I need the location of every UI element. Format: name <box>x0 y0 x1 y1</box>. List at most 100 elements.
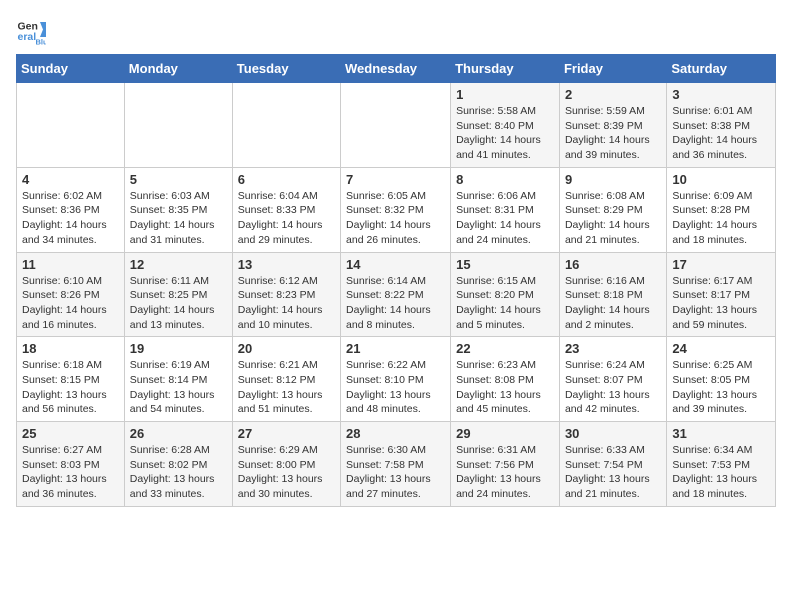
svg-text:eral: eral <box>18 31 37 43</box>
calendar-cell: 13 Sunrise: 6:12 AM Sunset: 8:23 PM Dayli… <box>232 252 340 337</box>
day-number: 16 <box>565 257 661 272</box>
day-info: Sunrise: 6:11 AM Sunset: 8:25 PM Dayligh… <box>130 274 227 333</box>
day-info: Sunrise: 6:16 AM Sunset: 8:18 PM Dayligh… <box>565 274 661 333</box>
day-info: Sunrise: 6:06 AM Sunset: 8:31 PM Dayligh… <box>456 189 554 248</box>
day-info: Sunrise: 6:05 AM Sunset: 8:32 PM Dayligh… <box>346 189 445 248</box>
day-info: Sunrise: 5:58 AM Sunset: 8:40 PM Dayligh… <box>456 104 554 163</box>
calendar-cell: 15 Sunrise: 6:15 AM Sunset: 8:20 PM Dayli… <box>451 252 560 337</box>
calendar-cell: 24 Sunrise: 6:25 AM Sunset: 8:05 PM Dayli… <box>667 337 776 422</box>
day-info: Sunrise: 6:24 AM Sunset: 8:07 PM Dayligh… <box>565 358 661 417</box>
column-header-thursday: Thursday <box>451 55 560 83</box>
svg-text:Blue: Blue <box>36 38 47 47</box>
day-number: 15 <box>456 257 554 272</box>
day-info: Sunrise: 6:12 AM Sunset: 8:23 PM Dayligh… <box>238 274 335 333</box>
day-info: Sunrise: 6:02 AM Sunset: 8:36 PM Dayligh… <box>22 189 119 248</box>
calendar-cell <box>341 83 451 168</box>
logo-icon: Gen eral Blue <box>16 16 46 46</box>
column-header-sunday: Sunday <box>17 55 125 83</box>
day-info: Sunrise: 6:04 AM Sunset: 8:33 PM Dayligh… <box>238 189 335 248</box>
column-header-tuesday: Tuesday <box>232 55 340 83</box>
week-row-5: 25 Sunrise: 6:27 AM Sunset: 8:03 PM Dayli… <box>17 422 776 507</box>
calendar-cell <box>124 83 232 168</box>
day-number: 29 <box>456 426 554 441</box>
column-header-monday: Monday <box>124 55 232 83</box>
day-number: 2 <box>565 87 661 102</box>
day-info: Sunrise: 6:10 AM Sunset: 8:26 PM Dayligh… <box>22 274 119 333</box>
day-number: 12 <box>130 257 227 272</box>
week-row-1: 1 Sunrise: 5:58 AM Sunset: 8:40 PM Daylig… <box>17 83 776 168</box>
calendar-cell: 6 Sunrise: 6:04 AM Sunset: 8:33 PM Daylig… <box>232 167 340 252</box>
day-info: Sunrise: 6:21 AM Sunset: 8:12 PM Dayligh… <box>238 358 335 417</box>
day-number: 26 <box>130 426 227 441</box>
day-number: 20 <box>238 341 335 356</box>
calendar-cell <box>232 83 340 168</box>
day-number: 13 <box>238 257 335 272</box>
calendar-cell: 21 Sunrise: 6:22 AM Sunset: 8:10 PM Dayli… <box>341 337 451 422</box>
day-info: Sunrise: 6:14 AM Sunset: 8:22 PM Dayligh… <box>346 274 445 333</box>
day-info: Sunrise: 6:30 AM Sunset: 7:58 PM Dayligh… <box>346 443 445 502</box>
calendar-cell: 28 Sunrise: 6:30 AM Sunset: 7:58 PM Dayli… <box>341 422 451 507</box>
calendar-cell: 1 Sunrise: 5:58 AM Sunset: 8:40 PM Daylig… <box>451 83 560 168</box>
calendar-cell: 27 Sunrise: 6:29 AM Sunset: 8:00 PM Dayli… <box>232 422 340 507</box>
day-number: 5 <box>130 172 227 187</box>
day-info: Sunrise: 6:28 AM Sunset: 8:02 PM Dayligh… <box>130 443 227 502</box>
day-number: 6 <box>238 172 335 187</box>
calendar-cell: 23 Sunrise: 6:24 AM Sunset: 8:07 PM Dayli… <box>559 337 666 422</box>
week-row-2: 4 Sunrise: 6:02 AM Sunset: 8:36 PM Daylig… <box>17 167 776 252</box>
calendar-cell: 18Sunrise: 6:18 AM Sunset: 8:15 PM Dayli… <box>17 337 125 422</box>
day-number: 21 <box>346 341 445 356</box>
day-info: Sunrise: 6:19 AM Sunset: 8:14 PM Dayligh… <box>130 358 227 417</box>
day-number: 28 <box>346 426 445 441</box>
day-number: 19 <box>130 341 227 356</box>
day-info: Sunrise: 6:15 AM Sunset: 8:20 PM Dayligh… <box>456 274 554 333</box>
day-number: 4 <box>22 172 119 187</box>
day-info: Sunrise: 6:09 AM Sunset: 8:28 PM Dayligh… <box>672 189 770 248</box>
day-number: 17 <box>672 257 770 272</box>
column-header-friday: Friday <box>559 55 666 83</box>
calendar-cell: 17 Sunrise: 6:17 AM Sunset: 8:17 PM Dayli… <box>667 252 776 337</box>
day-number: 30 <box>565 426 661 441</box>
calendar-cell: 31Sunrise: 6:34 AM Sunset: 7:53 PM Dayli… <box>667 422 776 507</box>
calendar-cell: 8Sunrise: 6:06 AM Sunset: 8:31 PM Daylig… <box>451 167 560 252</box>
day-info: Sunrise: 6:03 AM Sunset: 8:35 PM Dayligh… <box>130 189 227 248</box>
calendar-cell: 5 Sunrise: 6:03 AM Sunset: 8:35 PM Daylig… <box>124 167 232 252</box>
calendar-cell: 26 Sunrise: 6:28 AM Sunset: 8:02 PM Dayli… <box>124 422 232 507</box>
day-info: Sunrise: 6:27 AM Sunset: 8:03 PM Dayligh… <box>22 443 119 502</box>
day-info: Sunrise: 6:08 AM Sunset: 8:29 PM Dayligh… <box>565 189 661 248</box>
day-info: Sunrise: 6:29 AM Sunset: 8:00 PM Dayligh… <box>238 443 335 502</box>
day-number: 23 <box>565 341 661 356</box>
day-number: 10 <box>672 172 770 187</box>
header-row: SundayMondayTuesdayWednesdayThursdayFrid… <box>17 55 776 83</box>
calendar-cell: 12 Sunrise: 6:11 AM Sunset: 8:25 PM Dayli… <box>124 252 232 337</box>
calendar-cell: 10 Sunrise: 6:09 AM Sunset: 8:28 PM Dayli… <box>667 167 776 252</box>
calendar-cell: 19 Sunrise: 6:19 AM Sunset: 8:14 PM Dayli… <box>124 337 232 422</box>
calendar-cell: 22Sunrise: 6:23 AM Sunset: 8:08 PM Dayli… <box>451 337 560 422</box>
column-header-saturday: Saturday <box>667 55 776 83</box>
day-info: Sunrise: 6:17 AM Sunset: 8:17 PM Dayligh… <box>672 274 770 333</box>
day-info: Sunrise: 6:18 AM Sunset: 8:15 PM Dayligh… <box>22 358 119 417</box>
day-number: 9 <box>565 172 661 187</box>
calendar-cell: 11Sunrise: 6:10 AM Sunset: 8:26 PM Dayli… <box>17 252 125 337</box>
day-number: 25 <box>22 426 119 441</box>
week-row-4: 18Sunrise: 6:18 AM Sunset: 8:15 PM Dayli… <box>17 337 776 422</box>
day-info: Sunrise: 6:01 AM Sunset: 8:38 PM Dayligh… <box>672 104 770 163</box>
calendar-cell: 9 Sunrise: 6:08 AM Sunset: 8:29 PM Daylig… <box>559 167 666 252</box>
week-row-3: 11Sunrise: 6:10 AM Sunset: 8:26 PM Dayli… <box>17 252 776 337</box>
day-number: 1 <box>456 87 554 102</box>
day-info: Sunrise: 5:59 AM Sunset: 8:39 PM Dayligh… <box>565 104 661 163</box>
day-number: 22 <box>456 341 554 356</box>
calendar-cell: 14Sunrise: 6:14 AM Sunset: 8:22 PM Dayli… <box>341 252 451 337</box>
calendar-cell: 20 Sunrise: 6:21 AM Sunset: 8:12 PM Dayli… <box>232 337 340 422</box>
day-info: Sunrise: 6:25 AM Sunset: 8:05 PM Dayligh… <box>672 358 770 417</box>
day-number: 3 <box>672 87 770 102</box>
column-header-wednesday: Wednesday <box>341 55 451 83</box>
calendar-cell <box>17 83 125 168</box>
day-number: 27 <box>238 426 335 441</box>
calendar-cell: 29Sunrise: 6:31 AM Sunset: 7:56 PM Dayli… <box>451 422 560 507</box>
calendar-cell: 25 Sunrise: 6:27 AM Sunset: 8:03 PM Dayli… <box>17 422 125 507</box>
day-number: 24 <box>672 341 770 356</box>
day-number: 31 <box>672 426 770 441</box>
calendar-cell: 4 Sunrise: 6:02 AM Sunset: 8:36 PM Daylig… <box>17 167 125 252</box>
day-info: Sunrise: 6:22 AM Sunset: 8:10 PM Dayligh… <box>346 358 445 417</box>
calendar-cell: 16 Sunrise: 6:16 AM Sunset: 8:18 PM Dayli… <box>559 252 666 337</box>
